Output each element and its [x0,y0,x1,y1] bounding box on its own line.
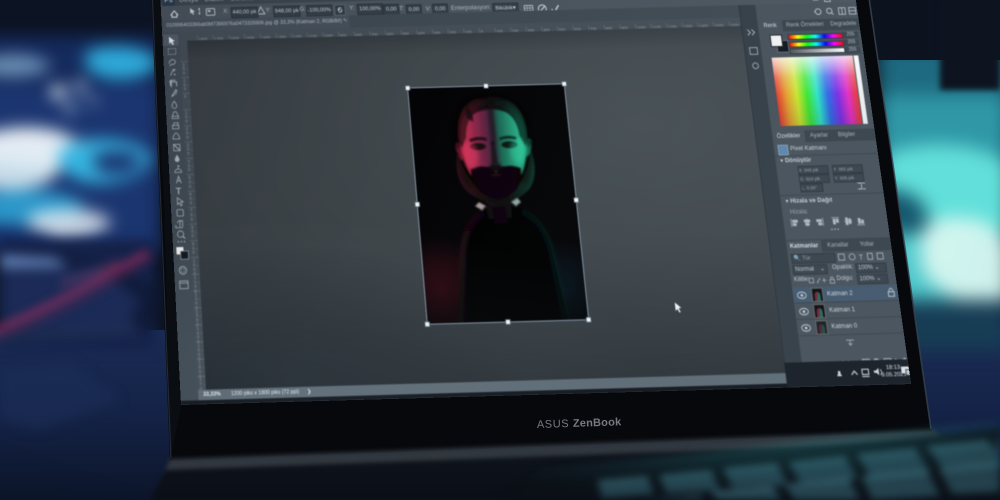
svg-text:0: 0 [189,183,192,188]
svg-text:0: 0 [183,70,186,75]
svg-text:0: 0 [191,216,194,221]
svg-text:0: 0 [192,250,195,255]
svg-text:0: 0 [187,151,190,156]
svg-text:T: T [859,254,864,262]
svg-text:0: 0 [184,86,187,91]
svg-text:0: 0 [188,167,191,172]
svg-text:0: 0 [191,233,194,238]
svg-text:T: T [176,186,183,197]
svg-text:0: 0 [184,94,187,99]
svg-text:0: 0 [185,118,188,123]
svg-text:0: 0 [190,200,193,205]
svg-text:0: 0 [186,135,189,140]
